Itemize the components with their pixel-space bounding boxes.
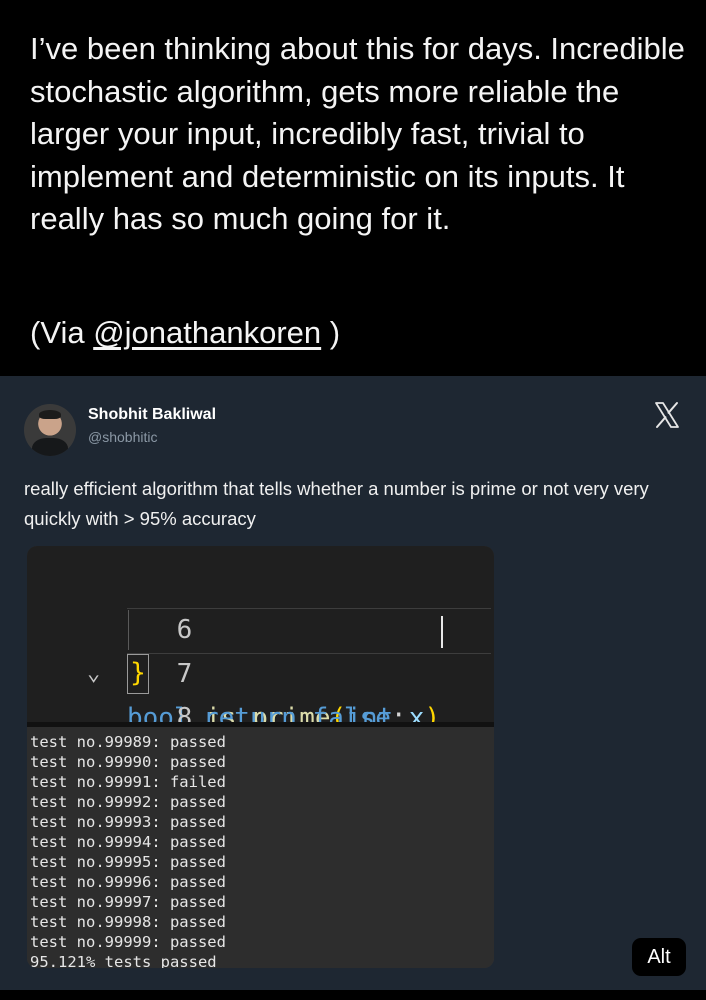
- code-editor: 6 ⌄ bool is_prime(int x) 7 return false;…: [27, 546, 494, 733]
- alt-text-button[interactable]: Alt: [632, 938, 686, 976]
- code-line-6: 6 ⌄ bool is_prime(int x): [27, 564, 494, 733]
- terminal-line: test no.99989: passed: [30, 733, 226, 751]
- avatar-shirt: [32, 438, 68, 456]
- code-line-8: 8: [27, 652, 494, 733]
- terminal-line: test no.99997: passed: [30, 893, 226, 911]
- terminal-line: test no.99991: failed: [30, 773, 226, 791]
- terminal-line: test no.99993: passed: [30, 813, 226, 831]
- via-suffix: ): [321, 315, 341, 350]
- x-logo-icon[interactable]: [652, 400, 682, 430]
- embedded-post-image[interactable]: Shobhit Bakliwal @shobhitic really effic…: [0, 376, 706, 990]
- terminal-line: test no.99998: passed: [30, 913, 226, 931]
- terminal-line: test no.99996: passed: [30, 873, 226, 891]
- terminal-line: test no.99994: passed: [30, 833, 226, 851]
- test-results-list: test no.99989: passed test no.99990: pas…: [30, 732, 226, 968]
- via-prefix: (Via: [30, 315, 94, 350]
- author-name[interactable]: Shobhit Bakliwal: [88, 406, 216, 424]
- avatar-hair: [39, 410, 61, 419]
- bottom-divider: [0, 990, 706, 1000]
- terminal-summary-line: 95.121% tests passed: [30, 953, 217, 968]
- text-caret: [441, 616, 443, 648]
- terminal-line: test no.99995: passed: [30, 853, 226, 871]
- terminal-line: test no.99990: passed: [30, 753, 226, 771]
- avatar[interactable]: [24, 404, 76, 456]
- via-attribution: (Via @jonathankoren ): [30, 313, 340, 353]
- post-body-text: I’ve been thinking about this for days. …: [30, 31, 685, 236]
- via-user-link[interactable]: @jonathankoren: [93, 315, 321, 350]
- tweet-text: really efficient algorithm that tells wh…: [24, 478, 649, 529]
- code-line-7: 7 return false;: [27, 608, 494, 733]
- terminal-line: test no.99999: passed: [30, 933, 226, 951]
- author-handle[interactable]: @shobhitic: [88, 429, 157, 445]
- terminal-line: test no.99992: passed: [30, 793, 226, 811]
- terminal-output: test no.99989: passed test no.99990: pas…: [27, 727, 494, 968]
- closing-brace: }: [127, 654, 149, 694]
- code-screenshot: 6 ⌄ bool is_prime(int x) 7 return false;…: [27, 546, 494, 968]
